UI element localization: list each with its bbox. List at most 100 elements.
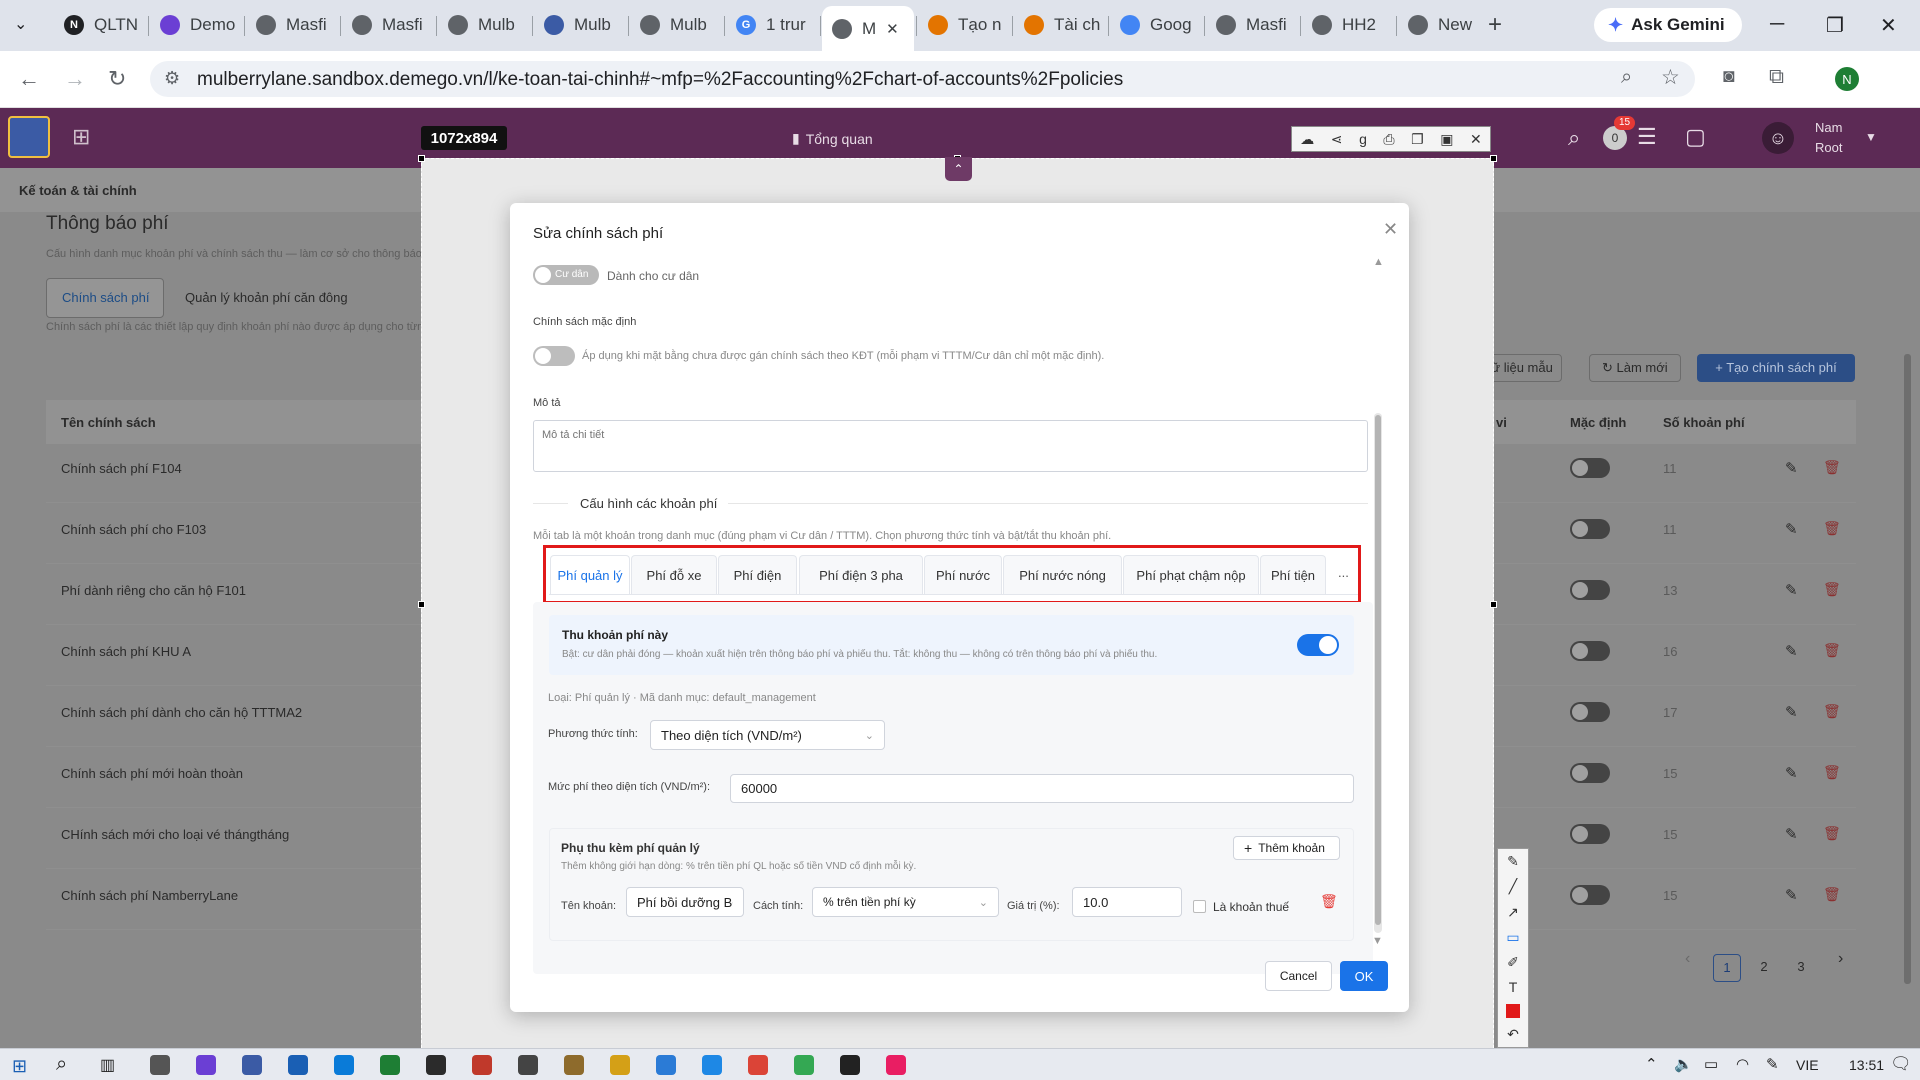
input-icon[interactable]: ✎ bbox=[1766, 1055, 1779, 1073]
line-icon[interactable]: ╱ bbox=[1509, 878, 1517, 895]
browser-tab[interactable]: Masfi bbox=[246, 6, 338, 44]
value-input[interactable] bbox=[1072, 887, 1182, 917]
taskbar-app-icon[interactable] bbox=[380, 1055, 400, 1075]
maximize-icon[interactable]: ❐ bbox=[1826, 13, 1844, 38]
close-modal-icon[interactable]: ✕ bbox=[1383, 219, 1398, 240]
clock[interactable]: 13:51 bbox=[1849, 1057, 1884, 1073]
default-toggle[interactable] bbox=[1570, 763, 1610, 783]
taskbar-app-icon[interactable] bbox=[150, 1055, 170, 1075]
taskbar-app-icon[interactable] bbox=[794, 1055, 814, 1075]
ask-gemini-button[interactable]: ✦ Ask Gemini bbox=[1594, 8, 1742, 42]
default-toggle[interactable] bbox=[1570, 641, 1610, 661]
default-toggle[interactable] bbox=[1570, 519, 1610, 539]
delete-item-icon[interactable]: 🗑 bbox=[1320, 893, 1338, 910]
apps-grid-icon[interactable]: ⊞ bbox=[72, 124, 90, 150]
delete-icon[interactable]: 🗑 bbox=[1823, 825, 1841, 842]
taskbar-app-icon[interactable] bbox=[702, 1055, 722, 1075]
document-icon[interactable]: ▢ bbox=[1685, 124, 1706, 150]
extensions-icon[interactable]: ⧉ bbox=[1769, 65, 1784, 89]
collapse-handle-icon[interactable]: ⌃ bbox=[945, 157, 972, 181]
upload-cloud-icon[interactable]: ☁ bbox=[1300, 131, 1314, 148]
prev-page-icon[interactable]: ‹ bbox=[1685, 950, 1690, 968]
minimize-icon[interactable]: ─ bbox=[1770, 13, 1784, 36]
close-tab-icon[interactable]: ✕ bbox=[886, 20, 899, 38]
battery-icon[interactable]: ▭ bbox=[1704, 1055, 1718, 1073]
default-toggle[interactable] bbox=[1570, 580, 1610, 600]
browser-tab[interactable]: Demo bbox=[150, 6, 242, 44]
browser-tab[interactable]: Mulb bbox=[438, 6, 530, 44]
taskbar-app-icon[interactable] bbox=[426, 1055, 446, 1075]
network-icon[interactable]: ◠ bbox=[1736, 1055, 1749, 1073]
tab-fee-management[interactable]: Quản lý khoản phí căn đông bbox=[185, 290, 348, 305]
search-icon[interactable]: ⌕ bbox=[1568, 125, 1580, 151]
windows-start-icon[interactable]: ⊞ bbox=[12, 1056, 27, 1077]
copy-icon[interactable]: ❐ bbox=[1411, 131, 1424, 148]
rate-input[interactable] bbox=[730, 774, 1354, 803]
edit-icon[interactable]: ✎ bbox=[1785, 886, 1798, 904]
delete-icon[interactable]: 🗑 bbox=[1823, 520, 1841, 537]
default-toggle[interactable] bbox=[1570, 824, 1610, 844]
user-avatar-icon[interactable]: ☺ bbox=[1762, 122, 1794, 154]
edit-icon[interactable]: ✎ bbox=[1785, 764, 1798, 782]
share-icon[interactable]: ⋖ bbox=[1331, 131, 1343, 148]
delete-icon[interactable]: 🗑 bbox=[1823, 581, 1841, 598]
color-swatch[interactable] bbox=[1506, 1003, 1520, 1018]
save-icon[interactable]: ▣ bbox=[1440, 131, 1453, 148]
volume-icon[interactable]: 🔈 bbox=[1674, 1055, 1693, 1073]
taskbar-app-icon[interactable] bbox=[564, 1055, 584, 1075]
taskbar-search-icon[interactable]: ⌕ bbox=[56, 1053, 67, 1076]
camera-icon[interactable]: ◙ bbox=[1723, 66, 1734, 88]
rectangle-icon[interactable]: ▭ bbox=[1506, 929, 1519, 946]
language-indicator[interactable]: VIE bbox=[1796, 1057, 1819, 1073]
app-logo[interactable] bbox=[8, 116, 50, 158]
resize-handle[interactable] bbox=[1490, 155, 1497, 162]
item-name-input[interactable] bbox=[626, 887, 744, 917]
browser-tab[interactable]: Goog bbox=[1110, 6, 1202, 44]
taskbar-app-icon[interactable] bbox=[886, 1055, 906, 1075]
browser-tab[interactable]: New bbox=[1398, 6, 1484, 44]
taskbar-app-icon[interactable] bbox=[610, 1055, 630, 1075]
notification-center-icon[interactable]: 🗨 bbox=[1890, 1054, 1912, 1074]
undo-icon[interactable]: ↶ bbox=[1507, 1026, 1519, 1043]
forward-icon[interactable]: → bbox=[64, 66, 86, 92]
page-scrollbar[interactable] bbox=[1904, 354, 1911, 984]
method-select[interactable]: Theo diện tích (VND/m²) ⌄ bbox=[650, 720, 885, 750]
ok-button[interactable]: OK bbox=[1340, 961, 1388, 991]
edit-icon[interactable]: ✎ bbox=[1785, 581, 1798, 599]
profile-avatar[interactable]: N bbox=[1835, 67, 1859, 91]
reload-icon[interactable]: ↻ bbox=[108, 66, 126, 92]
default-toggle[interactable] bbox=[1570, 458, 1610, 478]
delete-icon[interactable]: 🗑 bbox=[1823, 703, 1841, 720]
taskbar-app-icon[interactable] bbox=[472, 1055, 492, 1075]
user-menu-chevron-icon[interactable]: ▼ bbox=[1865, 130, 1877, 144]
delete-icon[interactable]: 🗑 bbox=[1823, 764, 1841, 781]
taskbar-app-icon[interactable] bbox=[196, 1055, 216, 1075]
taskbar-app-icon[interactable] bbox=[656, 1055, 676, 1075]
modal-scrollbar-thumb[interactable] bbox=[1375, 415, 1381, 925]
overview-link[interactable]: ▮ Tổng quan bbox=[792, 130, 873, 147]
browser-tab[interactable]: Mulb bbox=[630, 6, 722, 44]
text-icon[interactable]: T bbox=[1509, 979, 1518, 995]
refresh-button[interactable]: ↻ Làm mới bbox=[1589, 354, 1681, 382]
close-window-icon[interactable]: ✕ bbox=[1880, 13, 1897, 38]
taskbar-app-icon[interactable] bbox=[518, 1055, 538, 1075]
delete-icon[interactable]: 🗑 bbox=[1823, 886, 1841, 903]
taskbar-app-icon[interactable] bbox=[748, 1055, 768, 1075]
delete-icon[interactable]: 🗑 bbox=[1823, 459, 1841, 476]
task-list-icon[interactable]: ☰ bbox=[1637, 124, 1657, 150]
back-icon[interactable]: ← bbox=[18, 66, 40, 92]
default-toggle[interactable] bbox=[1570, 702, 1610, 722]
edit-icon[interactable]: ✎ bbox=[1785, 825, 1798, 843]
taskbar-app-icon[interactable] bbox=[840, 1055, 860, 1075]
create-policy-button[interactable]: + Tạo chính sách phí bbox=[1697, 354, 1855, 382]
browser-tab[interactable]: M ✕ bbox=[822, 6, 914, 51]
cancel-button[interactable]: Cancel bbox=[1265, 961, 1332, 991]
resize-handle[interactable] bbox=[418, 601, 425, 608]
page-number[interactable]: 2 bbox=[1750, 954, 1778, 982]
page-number[interactable]: 3 bbox=[1787, 954, 1815, 982]
pen-icon[interactable]: ✎ bbox=[1507, 853, 1519, 870]
print-icon[interactable]: ⎙ bbox=[1383, 131, 1394, 148]
task-view-icon[interactable]: ▥ bbox=[100, 1055, 115, 1075]
google-search-icon[interactable]: g bbox=[1359, 131, 1367, 147]
browser-tab[interactable]: Tạo n bbox=[918, 6, 1010, 44]
